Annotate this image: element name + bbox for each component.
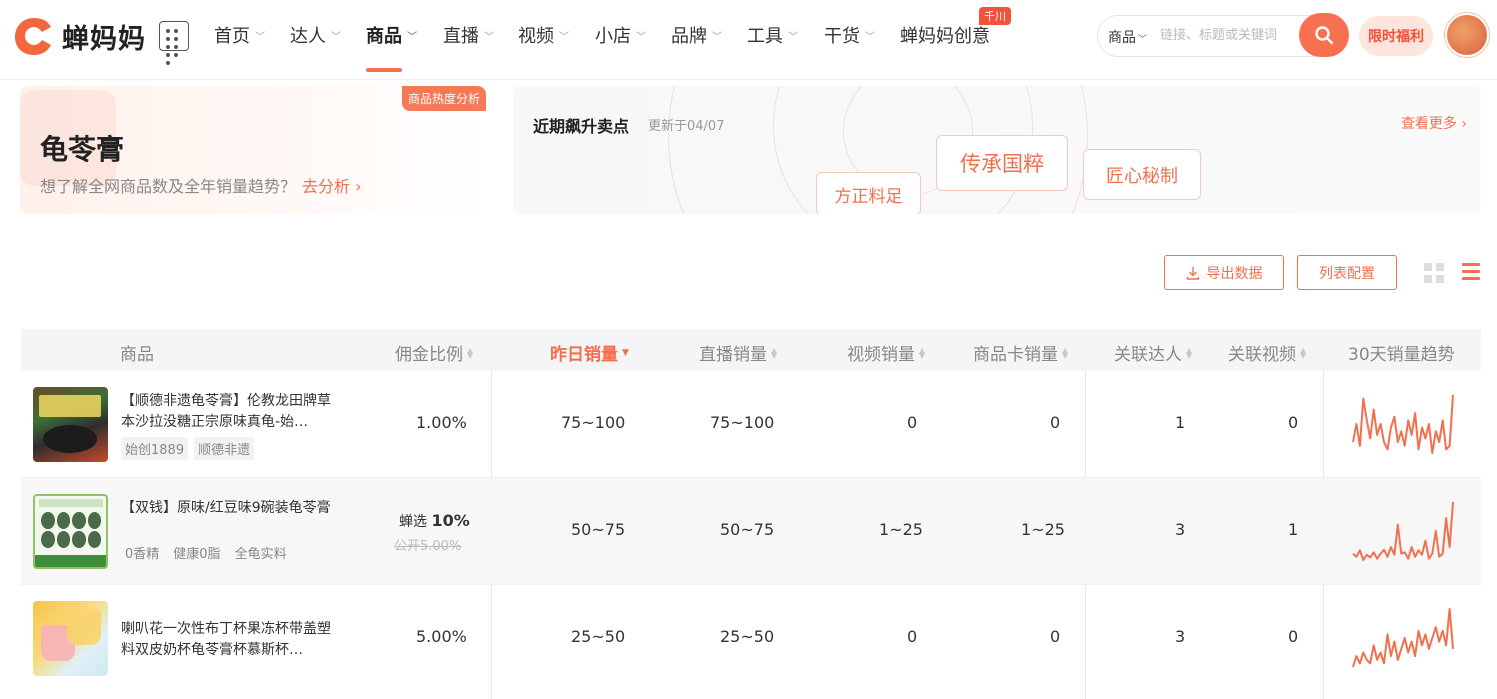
product-title[interactable]: 【双钱】原味/红豆味9碗装龟苓膏 [121, 498, 341, 519]
video-sales-value: 0 [907, 413, 918, 432]
grid-view-icon[interactable] [1424, 263, 1444, 283]
selling-points-title: 近期飙升卖点 [533, 117, 630, 136]
selling-point-tag[interactable]: 方正料足 [816, 172, 921, 214]
commission-value: 蝉选 10% [399, 511, 470, 530]
col-header-creators[interactable]: 关联达人 ▲ ▼ [1114, 340, 1192, 365]
search-input[interactable] [1160, 27, 1300, 42]
keyword-title: 龟苓膏 [40, 133, 125, 166]
qianchuan-badge: 千川 [979, 7, 1011, 25]
commission-value: 1.00% [416, 413, 467, 432]
live-sales-value: 25~50 [720, 627, 775, 646]
brand-name: 蝉妈妈 [62, 23, 146, 55]
nav-item-insights[interactable]: 干货 ﹀ [824, 22, 875, 48]
yesterday-sales-value: 25~50 [571, 627, 626, 646]
col-header-yesterday-sales[interactable]: 昨日销量 ▼ [550, 340, 629, 365]
nav-item-live[interactable]: 直播 ﹀ [443, 22, 494, 48]
card-sales-value: 0 [1050, 627, 1061, 646]
selling-points-card: 近期飙升卖点 更新于04/07 查看更多 › 方正料足 传承国粹 匠心秘制 [513, 86, 1481, 214]
col-header-commission[interactable]: 佣金比例 ▲ ▼ [395, 340, 473, 365]
card-sales-value: 0 [1050, 413, 1061, 432]
top-navbar: 蝉妈妈 首页 ﹀ 达人 ﹀ 商品 ﹀ 直播 ﹀ 视频 ﹀ 小店 ﹀ 品牌 ﹀ 工具 ﹀ 干货 ﹀ … [0, 0, 1497, 80]
sales-trend-chart [1352, 608, 1454, 668]
product-tags: 始创1889 顺德非遗 [121, 437, 255, 460]
product-thumbnail[interactable] [33, 387, 108, 462]
trend-line [1352, 501, 1454, 561]
export-data-button[interactable]: 导出数据 [1164, 255, 1284, 290]
product-title[interactable]: 喇叭花一次性布丁杯果冻杯带盖塑料双皮奶杯龟苓膏杯慕斯杯… [121, 619, 341, 661]
keyword-subtitle: 想了解全网商品数及全年销量趋势？ 去分析 › [40, 177, 362, 196]
nav-item-brand[interactable]: 品牌 ﹀ [671, 22, 722, 48]
active-tab-indicator [366, 68, 402, 72]
nav-item-products[interactable]: 商品 ﹀ [366, 22, 417, 48]
trend-line [1352, 608, 1454, 668]
col-header-videos[interactable]: 关联视频 ▲ ▼ [1228, 340, 1306, 365]
product-tags: 0香精 健康0脂 全龟实料 [121, 541, 291, 564]
videos-value: 1 [1288, 520, 1299, 539]
product-tag: 顺德非遗 [194, 437, 255, 460]
selling-point-tag[interactable]: 传承国粹 [936, 135, 1068, 191]
app-grid-button[interactable] [159, 21, 189, 65]
yesterday-sales-value: 75~100 [561, 413, 626, 432]
live-sales-value: 50~75 [720, 520, 775, 539]
sales-trend-chart [1352, 501, 1454, 561]
product-title[interactable]: 【顺德非遗龟苓膏】伦教龙田牌草本沙拉没糖正宗原味真龟-始… [121, 391, 341, 433]
user-avatar[interactable] [1445, 13, 1489, 57]
nav-item-tools[interactable]: 工具 ﹀ [747, 22, 798, 48]
search-icon [1315, 26, 1334, 45]
list-config-button[interactable]: 列表配置 [1297, 255, 1397, 290]
selling-point-tag[interactable]: 匠心秘制 [1083, 149, 1201, 200]
download-icon [1186, 266, 1199, 280]
creators-value: 3 [1175, 627, 1186, 646]
product-table: 商品 佣金比例 ▲ ▼ 昨日销量 ▼ 直播销量 ▲ ▼ 视频销量 ▲ ▼ 商品卡销量 ▲ ▼ 关联… [21, 329, 1481, 699]
logo[interactable]: 蝉妈妈 [12, 14, 146, 58]
video-sales-value: 1~25 [879, 520, 923, 539]
videos-value: 0 [1288, 627, 1299, 646]
keyword-card: 商品热度分析 龟苓膏 想了解全网商品数及全年销量趋势？ 去分析 › [20, 86, 486, 214]
table-header: 商品 佣金比例 ▲ ▼ 昨日销量 ▼ 直播销量 ▲ ▼ 视频销量 ▲ ▼ 商品卡销量 ▲ ▼ 关联… [21, 329, 1481, 371]
promo-button[interactable]: 限时福利 [1359, 16, 1433, 56]
product-thumbnail[interactable] [33, 494, 108, 569]
public-commission-value: 公开5.00% [394, 539, 462, 554]
search-type-select[interactable]: 商品 ﹀ [1108, 27, 1147, 47]
table-row[interactable]: 【顺德非遗龟苓膏】伦教龙田牌草本沙拉没糖正宗原味真龟-始… 始创1889 顺德非… [21, 371, 1481, 478]
table-row[interactable]: 喇叭花一次性布丁杯果冻杯带盖塑料双皮奶杯龟苓膏杯慕斯杯… 5.00% 25~50… [21, 585, 1481, 692]
product-tag: 健康0脂 [173, 547, 221, 562]
product-tag: 始创1889 [121, 437, 189, 460]
analyze-link[interactable]: 去分析 › [302, 177, 362, 196]
live-sales-value: 75~100 [710, 413, 775, 432]
col-header-live-sales[interactable]: 直播销量 ▲ ▼ [699, 340, 777, 365]
commission-value: 5.00% [416, 627, 467, 646]
nav-item-home[interactable]: 首页 ﹀ [214, 22, 265, 48]
col-header-video-sales[interactable]: 视频销量 ▲ ▼ [847, 340, 925, 365]
list-view-icon[interactable] [1462, 263, 1480, 281]
nav-item-video[interactable]: 视频 ﹀ [518, 22, 569, 48]
hot-analysis-tag[interactable]: 商品热度分析 [401, 86, 486, 111]
col-header-trend: 30天销量趋势 [1348, 345, 1455, 365]
card-sales-value: 1~25 [1021, 520, 1065, 539]
video-sales-value: 0 [907, 627, 918, 646]
sales-trend-chart [1352, 394, 1454, 454]
trend-line [1352, 394, 1454, 454]
col-header-product: 商品 [120, 345, 154, 365]
table-row[interactable]: 【双钱】原味/红豆味9碗装龟苓膏 0香精 健康0脂 全龟实料 蝉选 10% 公开… [21, 478, 1481, 585]
product-tag: 0香精 [125, 547, 160, 562]
creators-value: 1 [1175, 413, 1186, 432]
creators-value: 3 [1175, 520, 1186, 539]
view-more-link[interactable]: 查看更多 › [1401, 113, 1467, 133]
videos-value: 0 [1288, 413, 1299, 432]
search-button[interactable] [1299, 13, 1349, 57]
nav-item-creative[interactable]: 蝉妈妈创意 [900, 22, 990, 48]
product-tag: 全龟实料 [234, 547, 287, 562]
logo-icon [15, 18, 51, 55]
col-header-card-sales[interactable]: 商品卡销量 ▲ ▼ [973, 340, 1068, 365]
nav-item-creators[interactable]: 达人 ﹀ [290, 22, 341, 48]
yesterday-sales-value: 50~75 [571, 520, 626, 539]
update-date: 更新于04/07 [648, 119, 725, 134]
nav-item-shop[interactable]: 小店 ﹀ [595, 22, 646, 48]
product-thumbnail[interactable] [33, 601, 108, 676]
